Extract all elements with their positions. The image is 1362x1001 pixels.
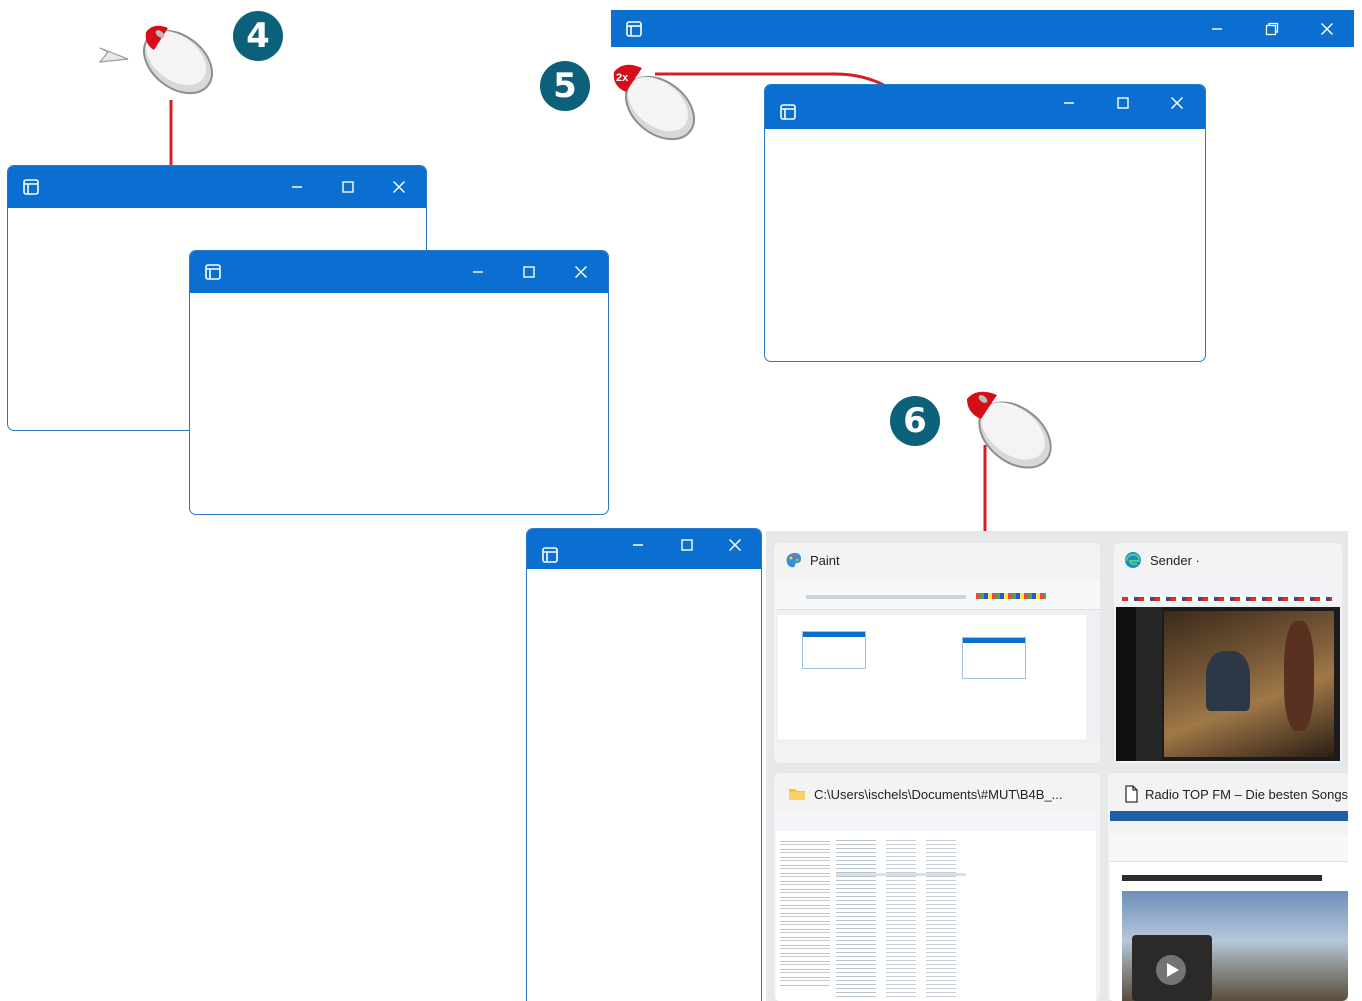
restore-button[interactable]: [1252, 10, 1292, 47]
app-window-icon: [780, 104, 796, 121]
edge-icon: [1125, 552, 1141, 568]
minimize-button[interactable]: [277, 166, 317, 208]
minimize-icon: [633, 544, 643, 546]
close-icon: [1170, 96, 1184, 110]
title-bar[interactable]: [527, 529, 761, 569]
step-badge-5: 5: [540, 61, 590, 111]
maximize-icon: [1117, 97, 1129, 109]
maximize-button[interactable]: [509, 251, 549, 293]
title-bar[interactable]: [190, 251, 608, 293]
close-button[interactable]: [379, 166, 419, 208]
maximize-button[interactable]: [667, 529, 707, 565]
title-bar[interactable]: [8, 166, 426, 208]
maximize-icon: [342, 181, 354, 193]
folder-icon: [789, 789, 805, 800]
step-badge-6: 6: [890, 396, 940, 446]
maximize-icon: [681, 539, 693, 551]
task-card-radio[interactable]: Radio TOP FM – Die besten Songs a: [1108, 773, 1348, 1001]
sender-thumbnail: [1116, 581, 1340, 761]
mouse-icon: [98, 25, 213, 95]
task-card-title: Paint: [810, 553, 840, 568]
step-badge-4: 4: [233, 11, 283, 61]
minimize-button[interactable]: [1197, 10, 1237, 47]
snap-assist-panel: Paint Sender · C:\Users\ischels\Document…: [766, 531, 1348, 1001]
close-button[interactable]: [1307, 10, 1347, 47]
restore-icon: [1265, 22, 1279, 35]
close-icon: [1320, 22, 1334, 35]
close-button[interactable]: [561, 251, 601, 293]
close-icon: [728, 538, 742, 552]
app-window-icon: [205, 264, 221, 280]
minimize-icon: [292, 186, 302, 188]
close-icon: [392, 180, 406, 194]
maximize-button[interactable]: [328, 166, 368, 208]
maximize-button[interactable]: [1103, 85, 1143, 125]
document-icon: [1125, 785, 1138, 803]
window-b: [189, 250, 609, 515]
maximized-titlebar-window: [611, 10, 1354, 47]
mouse-icon: 2x: [613, 64, 695, 141]
app-window-icon: [542, 546, 558, 563]
paint-thumbnail: [776, 581, 1100, 743]
minimize-icon: [1064, 102, 1074, 104]
title-bar[interactable]: [765, 85, 1205, 129]
play-icon[interactable]: [1154, 953, 1188, 987]
maximize-icon: [523, 266, 535, 278]
task-card-explorer[interactable]: C:\Users\ischels\Documents\#MUT\B4B_...: [774, 773, 1100, 1001]
double-click-label: 2x: [616, 72, 629, 84]
app-window-icon: [626, 20, 642, 37]
close-button[interactable]: [715, 529, 755, 565]
radio-thumbnail: [1110, 811, 1348, 1001]
close-icon: [574, 265, 588, 279]
minimize-icon: [473, 271, 483, 273]
minimize-icon: [1212, 27, 1222, 30]
minimize-button[interactable]: [618, 529, 658, 565]
paint-icon: [786, 552, 801, 568]
minimize-button[interactable]: [1049, 85, 1089, 125]
window-c: [764, 84, 1206, 362]
task-card-title: C:\Users\ischels\Documents\#MUT\B4B_...: [814, 787, 1063, 802]
task-card-sender[interactable]: Sender ·: [1114, 543, 1342, 763]
mouse-icon: [967, 391, 1052, 469]
title-bar[interactable]: [611, 10, 1354, 47]
close-button[interactable]: [1157, 85, 1197, 125]
app-window-icon: [23, 179, 39, 195]
explorer-thumbnail: [776, 811, 1096, 1001]
snapped-window: [526, 528, 762, 1001]
task-card-paint[interactable]: Paint: [774, 543, 1100, 763]
task-card-title: Sender ·: [1150, 553, 1200, 568]
task-card-title: Radio TOP FM – Die besten Songs a: [1145, 787, 1348, 802]
minimize-button[interactable]: [458, 251, 498, 293]
